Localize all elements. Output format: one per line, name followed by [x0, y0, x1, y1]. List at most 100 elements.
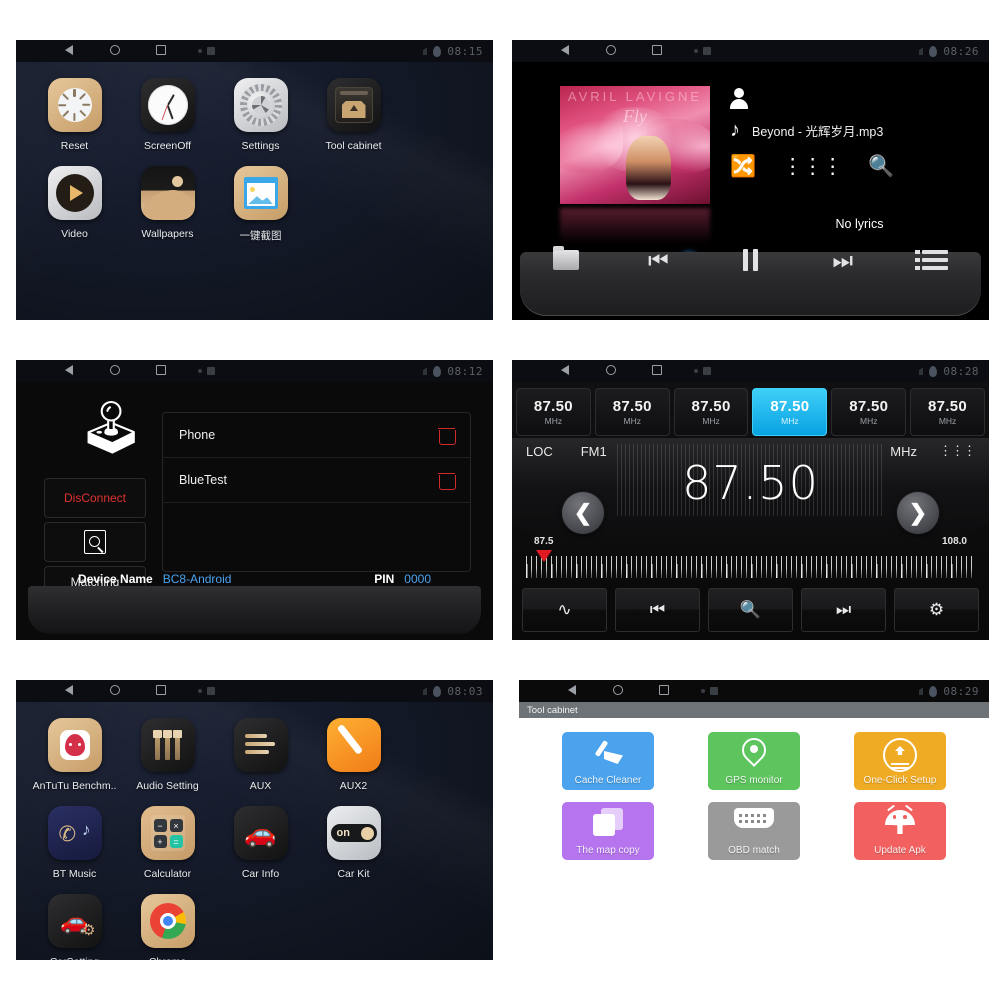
- app-bt-music[interactable]: ✆ ♪ BT Music: [28, 806, 121, 880]
- chevron-right-icon[interactable]: ❯: [897, 492, 939, 534]
- home-circle-icon[interactable]: [92, 364, 138, 378]
- app-tool-cabinet[interactable]: Tool cabinet: [307, 78, 400, 152]
- home-circle-icon[interactable]: [92, 684, 138, 698]
- search-icon[interactable]: 🔍: [868, 155, 894, 179]
- trash-icon[interactable]: [438, 427, 456, 445]
- chevron-left-icon[interactable]: ❮: [562, 492, 604, 534]
- tile-one-click-setup[interactable]: One-Click Setup: [853, 732, 946, 790]
- previous-icon[interactable]: ⏮: [612, 248, 704, 272]
- equalizer-icon[interactable]: ⋮⋮⋮: [939, 443, 976, 459]
- status-bar: 08:12: [16, 360, 493, 382]
- home-circle-icon[interactable]: [588, 364, 634, 378]
- pause-icon[interactable]: [704, 249, 796, 271]
- scan-device-icon: [84, 530, 106, 554]
- home-circle-icon[interactable]: [92, 44, 138, 58]
- back-triangle-icon[interactable]: [46, 44, 92, 58]
- app-calculator[interactable]: − × + = Calculator: [121, 806, 214, 880]
- player-controls: ⏮ ⏭: [520, 240, 981, 280]
- android-update-icon: [854, 804, 946, 836]
- recents-square-icon[interactable]: [641, 684, 687, 698]
- next-icon[interactable]: ⏭: [797, 248, 889, 272]
- app-screenoff[interactable]: ScreenOff: [121, 78, 214, 152]
- waveform-icon[interactable]: ∿: [522, 588, 607, 632]
- preset-4[interactable]: 87.50 MHz: [752, 388, 828, 436]
- preset-unit: MHz: [702, 416, 720, 426]
- home-circle-icon[interactable]: [595, 684, 641, 698]
- cabinet-shape: [334, 87, 373, 123]
- tile-gps-monitor[interactable]: GPS monitor: [707, 732, 800, 790]
- back-triangle-icon[interactable]: [542, 44, 588, 58]
- app-chrome[interactable]: Chrome: [121, 894, 214, 960]
- preset-2[interactable]: 87.50 MHz: [594, 388, 670, 436]
- equalizer-icon[interactable]: ⋮⋮⋮: [782, 154, 843, 179]
- preset-3[interactable]: 87.50 MHz: [673, 388, 749, 436]
- folder-icon[interactable]: [520, 246, 612, 270]
- band-label[interactable]: FM1: [581, 444, 607, 459]
- trash-icon[interactable]: [438, 472, 456, 490]
- app-antutu[interactable]: AnTuTu Benchm..: [28, 718, 121, 792]
- nav-buttons: [549, 684, 687, 698]
- screenshot-root: 08:15 Reset ScreenOff Settings Tool cabi…: [0, 0, 1000, 1000]
- search-icon[interactable]: 🔍: [708, 588, 793, 632]
- playlist-icon[interactable]: [889, 250, 981, 270]
- back-triangle-icon[interactable]: [46, 364, 92, 378]
- recents-square-icon[interactable]: [138, 364, 184, 378]
- tile-cache-cleaner[interactable]: Cache Cleaner: [561, 732, 654, 790]
- car-setting-icon: 🚗 ⚙: [47, 894, 102, 948]
- frequency-scale[interactable]: 87.5 108.0: [512, 536, 989, 582]
- back-triangle-icon[interactable]: [549, 684, 595, 698]
- tile-map-copy[interactable]: The map copy: [561, 802, 654, 860]
- app-settings[interactable]: Settings: [214, 78, 307, 152]
- window-title: Tool cabinet: [519, 702, 989, 718]
- loc-label[interactable]: LOC: [526, 444, 553, 459]
- signal-icon: [912, 47, 924, 55]
- app-label: Car Kit: [337, 868, 370, 880]
- recents-square-icon[interactable]: [138, 44, 184, 58]
- status-right: 08:26: [912, 45, 989, 58]
- disconnect-button[interactable]: DisConnect: [44, 478, 146, 518]
- app-aux2[interactable]: AUX2: [307, 718, 400, 792]
- home-circle-icon[interactable]: [588, 44, 634, 58]
- antutu-shape: [59, 730, 90, 760]
- app-reset[interactable]: Reset: [28, 78, 121, 152]
- app-wallpapers[interactable]: Wallpapers: [121, 166, 214, 243]
- app-car-setting[interactable]: 🚗 ⚙ CarSetting: [28, 894, 121, 960]
- screenshot-icon: [233, 166, 288, 220]
- list-item[interactable]: BlueTest: [163, 458, 470, 503]
- list-item[interactable]: Phone: [163, 413, 470, 458]
- preset-6[interactable]: 87.50 MHz: [910, 388, 985, 436]
- nav-buttons: [46, 44, 184, 58]
- recents-square-icon[interactable]: [138, 684, 184, 698]
- calculator-shape: − × + =: [140, 806, 195, 860]
- aux-shape: [244, 732, 277, 758]
- back-triangle-icon[interactable]: [542, 364, 588, 378]
- preset-1[interactable]: 87.50 MHz: [516, 388, 591, 436]
- app-video[interactable]: Video: [28, 166, 121, 243]
- app-aux[interactable]: AUX: [214, 718, 307, 792]
- previous-icon[interactable]: ⏮: [615, 588, 700, 632]
- radio-button-row: ∿ ⏮ 🔍 ⏭ ⚙: [512, 588, 989, 632]
- preset-5[interactable]: 87.50 MHz: [831, 388, 907, 436]
- play-circle: [55, 174, 94, 212]
- tile-obd-match[interactable]: OBD match: [707, 802, 800, 860]
- app-screenshot[interactable]: 一键截图: [214, 166, 307, 243]
- scan-device-button[interactable]: [44, 522, 146, 562]
- recents-square-icon[interactable]: [634, 364, 680, 378]
- nav-buttons: [46, 684, 184, 698]
- panel-tool-cabinet: 08:29 Tool cabinet Cache Cleaner GPS mon…: [519, 680, 989, 958]
- next-icon[interactable]: ⏭: [801, 588, 886, 632]
- gear-icon[interactable]: ⚙: [894, 588, 979, 632]
- app-label: Audio Setting: [136, 780, 199, 792]
- back-triangle-icon[interactable]: [46, 684, 92, 698]
- app-audio-setting[interactable]: Audio Setting: [121, 718, 214, 792]
- app-car-info[interactable]: 🚗 Car Info: [214, 806, 307, 880]
- on-toggle: on: [330, 824, 377, 842]
- app-car-kit[interactable]: on Car Kit: [307, 806, 400, 880]
- tile-label: One-Click Setup: [863, 775, 937, 786]
- status-clock: 08:12: [447, 364, 483, 378]
- recents-square-icon[interactable]: [634, 44, 680, 58]
- calculator-icon: − × + =: [140, 806, 195, 860]
- app-label: Calculator: [143, 868, 192, 880]
- shuffle-icon[interactable]: 🔀: [730, 155, 756, 179]
- tile-update-apk[interactable]: Update Apk: [853, 802, 946, 860]
